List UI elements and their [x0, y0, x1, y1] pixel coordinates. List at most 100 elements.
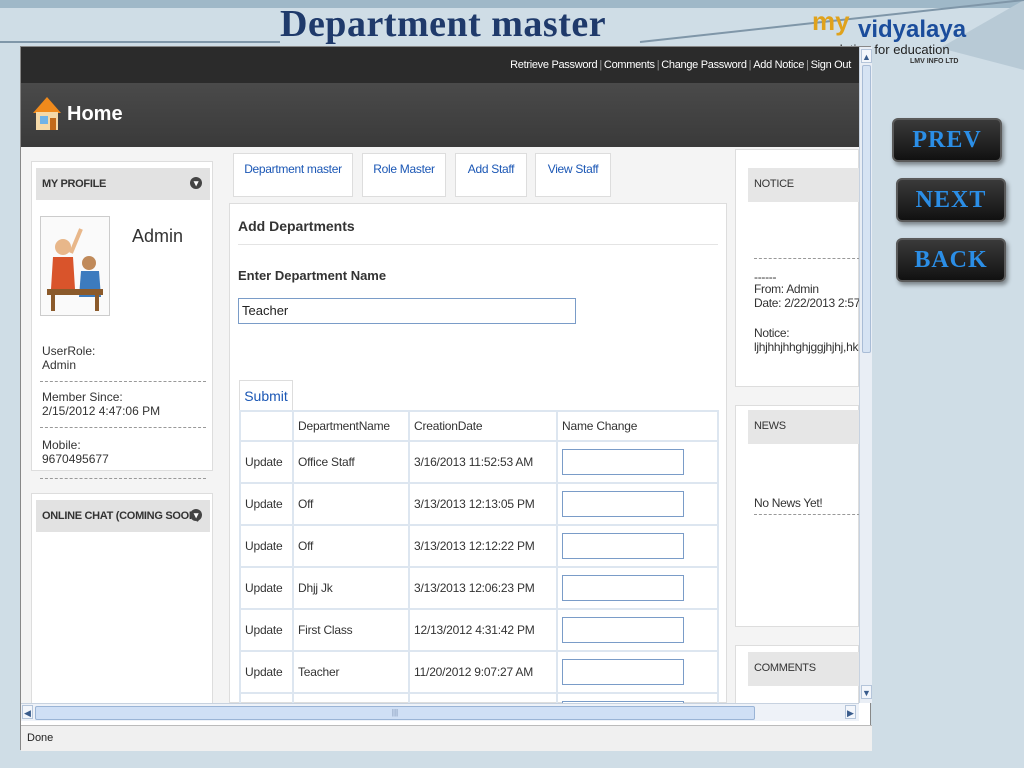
home-bar: Home — [21, 83, 859, 147]
name-change-input[interactable] — [562, 659, 684, 685]
update-link[interactable]: Update — [239, 440, 294, 484]
creation-date-cell: 11/20/2012 9:07:27 AM — [408, 650, 558, 694]
logo-company: LMV INFO LTD — [910, 58, 959, 65]
browser-window: Retrieve Password | Comments | Change Passwo… — [20, 46, 872, 751]
table-row: Update Off 3/13/2013 12:12:22 PM — [239, 524, 719, 568]
name-change-input[interactable] — [562, 575, 684, 601]
name-change-cell — [556, 650, 719, 694]
retrieve-password-link[interactable]: Retrieve Password — [510, 59, 598, 71]
department-name-cell: Off — [292, 524, 410, 568]
scroll-up-icon[interactable]: ▲ — [861, 49, 872, 63]
tab-role-master[interactable]: Role Master — [362, 153, 446, 197]
creation-date-cell: 3/13/2013 12:12:22 PM — [408, 524, 558, 568]
department-name-cell: Office Staff — [292, 440, 410, 484]
comments-link[interactable]: Comments — [604, 59, 655, 71]
department-name-cell: Teacher — [292, 650, 410, 694]
name-change-cell — [556, 608, 719, 652]
update-link[interactable]: Update — [239, 482, 294, 526]
form-title: Add Departments — [238, 218, 355, 234]
status-bar: Done — [21, 725, 872, 751]
collapse-icon[interactable]: ▾ — [190, 177, 202, 189]
online-chat-panel: ONLINE CHAT (COMING SOON) ▾ — [31, 493, 213, 705]
name-change-input[interactable] — [562, 617, 684, 643]
user-role: UserRole: Admin — [42, 344, 96, 372]
creation-date-cell: 12/13/2012 4:31:42 PM — [408, 608, 558, 652]
vertical-scrollbar[interactable]: ▲ ▼ — [859, 47, 872, 703]
department-name-cell: First Class — [292, 608, 410, 652]
notice-label: Notice: — [754, 326, 790, 340]
tab-add-staff[interactable]: Add Staff — [455, 153, 527, 197]
top-bar: Retrieve Password | Comments | Change Passwo… — [21, 47, 859, 83]
profile-name: Admin — [132, 226, 184, 246]
name-change-input[interactable] — [562, 533, 684, 559]
name-change-input[interactable] — [562, 449, 684, 475]
divider — [754, 514, 859, 515]
update-link[interactable]: Update — [239, 608, 294, 652]
my-profile-header[interactable]: MY PROFILE ▾ — [36, 168, 210, 200]
table-row: Update Off 3/13/2013 12:13:05 PM — [239, 482, 719, 526]
department-name-cell: Dhjj Jk — [292, 566, 410, 610]
divider — [754, 258, 859, 259]
scroll-down-icon[interactable]: ▼ — [861, 685, 872, 699]
notice-from: From: Admin — [754, 282, 819, 296]
column-header: CreationDate — [408, 410, 558, 442]
creation-date-cell: 3/13/2013 12:06:23 PM — [408, 566, 558, 610]
divider — [40, 427, 206, 428]
next-button[interactable]: NEXT — [896, 178, 1006, 222]
online-chat-header[interactable]: ONLINE CHAT (COMING SOON) ▾ — [36, 500, 210, 532]
update-link[interactable]: Update — [239, 524, 294, 568]
house-icon[interactable] — [31, 93, 63, 133]
name-change-cell — [556, 524, 719, 568]
update-link[interactable]: Update — [239, 650, 294, 694]
news-header: NEWS — [748, 410, 859, 444]
member-since: Member Since: 2/15/2012 4:47:06 PM — [42, 390, 161, 418]
creation-date-cell: 3/13/2013 12:13:05 PM — [408, 482, 558, 526]
sign-out-link[interactable]: Sign Out — [811, 59, 852, 71]
update-link[interactable]: Update — [239, 566, 294, 610]
department-name-label: Enter Department Name — [238, 268, 387, 283]
home-label[interactable]: Home — [67, 103, 123, 126]
divider — [238, 244, 718, 245]
table-header-row: DepartmentName CreationDate Name Change — [239, 410, 719, 442]
collapse-icon[interactable]: ▾ — [190, 509, 202, 521]
logo-mark: my — [812, 6, 850, 36]
name-change-cell — [556, 440, 719, 484]
horizontal-scrollbar[interactable]: ◀ ||| ▶ — [21, 703, 859, 721]
comments-panel: COMMENTS — [735, 645, 859, 705]
add-notice-link[interactable]: Add Notice — [753, 59, 804, 71]
logo-brand: vidyalaya — [858, 16, 967, 43]
horizontal-scroll-thumb[interactable]: ||| — [35, 706, 755, 720]
tab-view-staff[interactable]: View Staff — [535, 153, 611, 197]
online-chat-title: ONLINE CHAT (COMING SOON) — [42, 510, 200, 522]
add-departments-form: Add Departments Enter Department Name Te… — [229, 203, 727, 705]
news-text: No News Yet! — [754, 496, 823, 510]
vertical-scroll-thumb[interactable] — [862, 65, 871, 353]
news-panel: NEWS No News Yet! — [735, 405, 859, 627]
department-name-input[interactable]: Teacher — [238, 298, 576, 324]
prev-button[interactable]: PREV — [892, 118, 1002, 162]
name-change-input[interactable] — [562, 491, 684, 517]
submit-button[interactable]: Submit — [239, 380, 293, 410]
scroll-right-icon[interactable]: ▶ — [845, 705, 856, 719]
column-header: Name Change — [556, 410, 719, 442]
notice-date: Date: 2/22/2013 2:57:5 — [754, 296, 859, 310]
table-row: Update First Class 12/13/2012 4:31:42 PM — [239, 608, 719, 652]
scroll-left-icon[interactable]: ◀ — [22, 705, 33, 719]
department-name-cell: Off — [292, 482, 410, 526]
name-change-cell — [556, 482, 719, 526]
back-button[interactable]: BACK — [896, 238, 1006, 282]
name-change-cell — [556, 566, 719, 610]
column-header: DepartmentName — [292, 410, 410, 442]
top-links: Retrieve Password | Comments | Change Passwo… — [510, 59, 851, 71]
divider — [40, 478, 206, 479]
avatar — [40, 216, 110, 316]
change-password-link[interactable]: Change Password — [661, 59, 747, 71]
creation-date-cell: 3/16/2013 11:52:53 AM — [408, 440, 558, 484]
slide-title: Department master — [280, 3, 607, 45]
tab-department-master[interactable]: Department master — [233, 153, 353, 197]
comments-header: COMMENTS — [748, 652, 859, 686]
my-profile-title: MY PROFILE — [42, 178, 107, 190]
notice-text: ljhjhhjhhghjggjhjhj,hkh — [754, 340, 859, 354]
main-content: MY PROFILE ▾ Admin UserRole: Admin Membe… — [21, 147, 859, 705]
table-row: Update Dhjj Jk 3/13/2013 12:06:23 PM — [239, 566, 719, 610]
